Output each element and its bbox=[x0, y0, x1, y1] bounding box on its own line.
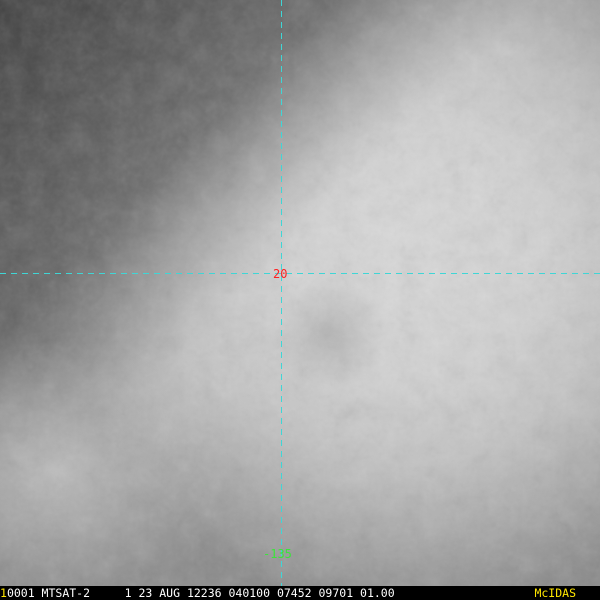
image-info-footer: 10001 MTSAT-2 1 23 AUG 12236 040100 0745… bbox=[0, 586, 600, 600]
mcidas-brand: McIDAS bbox=[534, 586, 576, 600]
latitude-label: 20 bbox=[273, 267, 288, 281]
satellite-image bbox=[0, 0, 600, 586]
frame-number: 1 bbox=[0, 586, 7, 600]
longitude-label: -135 bbox=[263, 547, 292, 561]
satellite-image-frame: 20 -135 10001 MTSAT-2 1 23 AUG 12236 040… bbox=[0, 0, 600, 600]
image-metadata-text: 0001 MTSAT-2 1 23 AUG 12236 040100 07452… bbox=[6, 586, 395, 600]
